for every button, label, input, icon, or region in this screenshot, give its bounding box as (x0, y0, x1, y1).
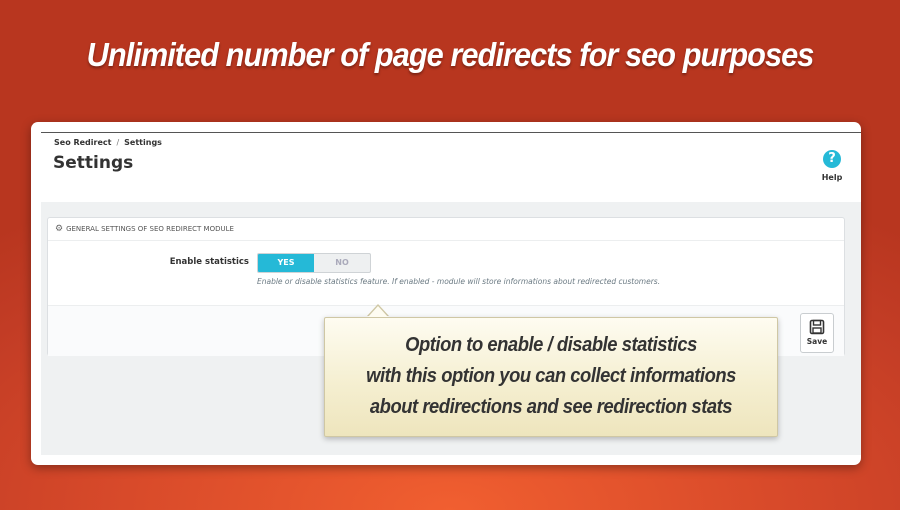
save-label: Save (806, 337, 828, 346)
callout-line: about redirections and see redirection s… (369, 396, 733, 418)
help-icon: ? (823, 150, 841, 168)
enable-statistics-toggle[interactable]: YES NO (257, 253, 371, 273)
page-title: Settings (53, 153, 134, 173)
toggle-no-option[interactable]: NO (314, 254, 370, 272)
save-button[interactable]: Save (800, 313, 834, 353)
header-divider (41, 132, 861, 133)
breadcrumb-separator: / (116, 138, 120, 147)
panel-heading: ⚙ GENERAL SETTINGS OF SEO REDIRECT MODULE (48, 218, 844, 241)
toggle-yes-option[interactable]: YES (258, 254, 314, 272)
breadcrumb-item-settings: Settings (124, 138, 162, 147)
save-icon (809, 319, 825, 335)
banner-headline: Unlimited number of page redirects for s… (86, 36, 815, 73)
callout-line: Option to enable / disable statistics (405, 334, 697, 356)
help-label: Help (821, 173, 843, 182)
panel-heading-text: GENERAL SETTINGS OF SEO REDIRECT MODULE (66, 225, 234, 233)
feature-callout: Option to enable / disable statistics wi… (324, 317, 778, 437)
cogs-icon: ⚙ (55, 224, 64, 234)
callout-pointer (368, 306, 388, 317)
breadcrumb-item-module[interactable]: Seo Redirect (54, 138, 111, 147)
field-help-text: Enable or disable statistics feature. If… (257, 277, 661, 286)
breadcrumb: Seo Redirect / Settings (54, 138, 162, 147)
help-button[interactable]: ? Help (814, 150, 850, 182)
enable-statistics-label: Enable statistics (169, 257, 249, 267)
callout-line: with this option you can collect informa… (366, 365, 736, 387)
